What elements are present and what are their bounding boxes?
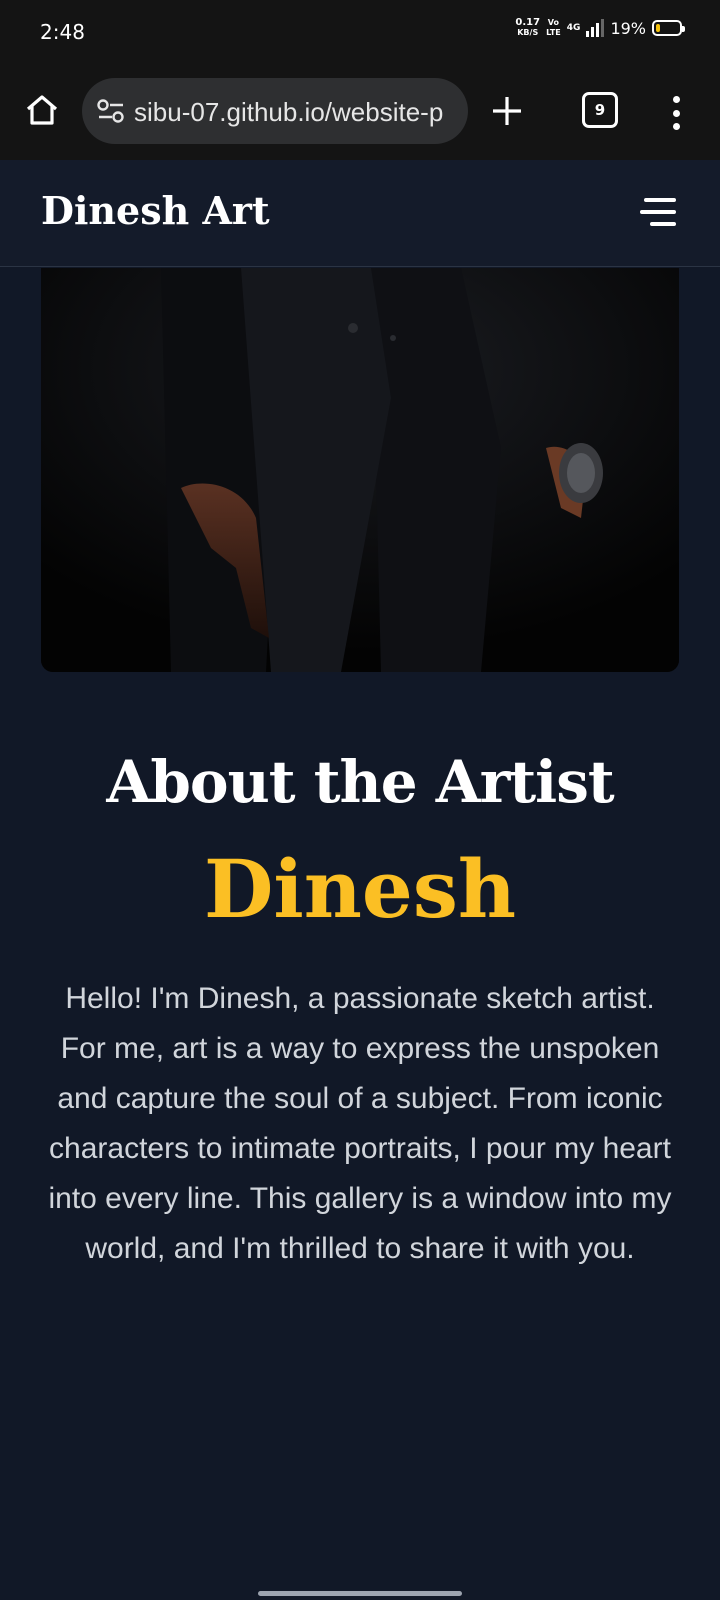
url-bar[interactable]: sibu-07.github.io/website-p — [82, 78, 468, 144]
site-brand[interactable]: Dinesh Art — [41, 188, 270, 233]
gesture-bar[interactable] — [258, 1591, 462, 1596]
net-speed: 0.17 KB/S — [515, 17, 541, 38]
battery-icon — [652, 20, 685, 36]
artist-photo — [41, 268, 679, 672]
url-text[interactable]: sibu-07.github.io/website-p — [134, 97, 443, 128]
signal-icon — [586, 19, 605, 37]
artist-name: Dinesh — [203, 842, 517, 936]
hamburger-icon[interactable] — [640, 198, 676, 226]
status-time: 2:48 — [40, 20, 85, 44]
site-settings-icon[interactable] — [96, 98, 126, 124]
artist-bio: Hello! I'm Dinesh, a passionate sketch a… — [48, 982, 672, 1265]
about-title: About the Artist — [106, 748, 614, 816]
plus-icon[interactable] — [490, 94, 524, 128]
site-header: Dinesh Art — [0, 160, 720, 267]
volte-indicator: Vo LTE — [546, 18, 561, 37]
battery-percent: 19% — [610, 18, 646, 38]
status-icons: 0.17 KB/S Vo LTE 4G 19% — [515, 17, 685, 38]
more-vert-icon[interactable] — [672, 96, 680, 130]
tabs-icon[interactable]: 9 — [582, 92, 618, 128]
browser-toolbar: sibu-07.github.io/website-p 9 — [0, 64, 720, 162]
status-bar: 2:48 0.17 KB/S Vo LTE 4G 19% — [0, 0, 720, 64]
network-type: 4G — [566, 23, 581, 33]
home-icon[interactable] — [24, 92, 60, 128]
